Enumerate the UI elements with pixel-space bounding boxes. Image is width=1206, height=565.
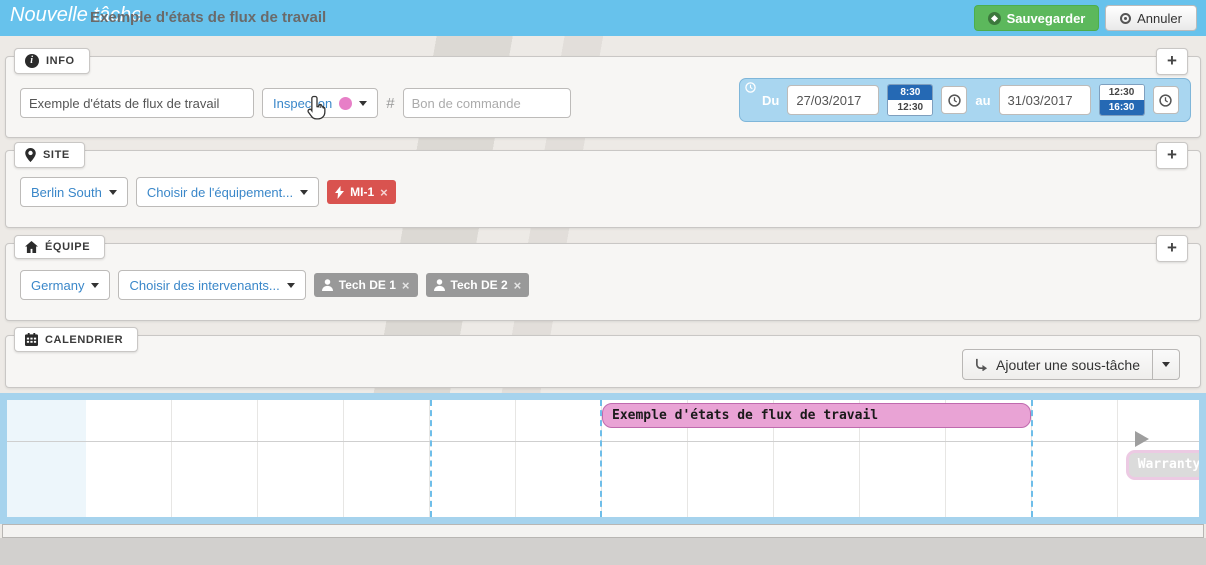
from-date-input[interactable] (787, 85, 879, 115)
from-time-display[interactable]: 8:30 12:30 (887, 84, 933, 116)
equipment-dropdown[interactable]: Choisir de l'équipement... (136, 177, 319, 207)
gantt-bar-end-line (1031, 400, 1033, 517)
worker-tag[interactable]: Tech DE 1 × (314, 273, 418, 297)
warranty-ghost-chip[interactable]: Warranty (1126, 450, 1206, 480)
info-add-button[interactable]: + (1156, 48, 1188, 75)
team-dropdown[interactable]: Germany (20, 270, 110, 300)
info-icon: i (25, 54, 39, 68)
site-section: SITE + Berlin South Choisir de l'équipem… (5, 150, 1201, 228)
add-subtask-button[interactable]: Ajouter une sous-tâche (962, 349, 1153, 380)
cancel-icon (1120, 13, 1131, 24)
task-title: Exemple d'états de flux de travail (90, 9, 326, 26)
chevron-down-icon (1162, 362, 1170, 367)
to-date-input[interactable] (999, 85, 1091, 115)
task-type-dropdown[interactable]: Inspection (262, 88, 378, 118)
remove-tag-icon[interactable]: × (514, 278, 522, 293)
task-bar[interactable]: Exemple d'états de flux de travail (602, 403, 1031, 428)
hash-label: # (386, 95, 394, 112)
remove-tag-icon[interactable]: × (402, 278, 410, 293)
tab-calendar: CALENDRIER (14, 327, 138, 352)
site-dropdown[interactable]: Berlin South (20, 177, 128, 207)
header-bar: Nouvelle tâche Exemple d'états de flux d… (0, 0, 1206, 36)
user-icon (434, 279, 445, 291)
save-icon (988, 12, 1001, 25)
equipment-tag[interactable]: MI-1 × (327, 180, 396, 204)
info-section: i INFO + Inspection # Du 8:30 12:30 au 1… (5, 56, 1201, 138)
map-pin-icon (25, 148, 36, 162)
tab-site: SITE (14, 142, 85, 168)
to-time-display[interactable]: 12:30 16:30 (1099, 84, 1145, 116)
to-label: au (975, 93, 990, 108)
chevron-down-icon (91, 283, 99, 288)
worker-tag[interactable]: Tech DE 2 × (426, 273, 530, 297)
chevron-down-icon (287, 283, 295, 288)
date-range-widget: Du 8:30 12:30 au 12:30 16:30 (739, 78, 1191, 122)
type-color-dot (339, 97, 352, 110)
clock-icon (745, 82, 756, 93)
clock-icon (948, 94, 961, 107)
from-label: Du (762, 93, 779, 108)
home-icon (25, 241, 38, 253)
cancel-button[interactable]: Annuler (1105, 5, 1197, 31)
from-time-button[interactable] (941, 86, 967, 114)
tab-team: ÉQUIPE (14, 235, 105, 259)
page-footer-area (0, 538, 1206, 565)
save-button[interactable]: Sauvegarder (974, 5, 1099, 31)
chevron-down-icon (109, 190, 117, 195)
calendar-icon (25, 333, 38, 346)
add-subtask-split-button[interactable]: Ajouter une sous-tâche (962, 349, 1180, 380)
to-time-button[interactable] (1153, 86, 1179, 114)
gantt-shaded-column (7, 400, 86, 517)
add-subtask-caret-button[interactable] (1153, 349, 1180, 380)
drag-arrow-icon (1135, 431, 1149, 447)
gantt-marker-line (430, 400, 432, 517)
site-add-button[interactable]: + (1156, 142, 1188, 169)
chevron-down-icon (300, 190, 308, 195)
gantt-chart[interactable]: Exemple d'états de flux de travail Warra… (0, 393, 1206, 524)
team-add-button[interactable]: + (1156, 235, 1188, 262)
level-down-arrow-icon (975, 358, 988, 371)
purchase-order-input[interactable] (403, 88, 571, 118)
team-section: ÉQUIPE + Germany Choisir des intervenant… (5, 243, 1201, 321)
chevron-down-icon (359, 101, 367, 106)
user-icon (322, 279, 333, 291)
workers-dropdown[interactable]: Choisir des intervenants... (118, 270, 305, 300)
clock-icon (1159, 94, 1172, 107)
remove-tag-icon[interactable]: × (380, 185, 388, 200)
tab-info: i INFO (14, 48, 90, 74)
lightning-icon (335, 186, 344, 199)
gantt-row-divider (7, 441, 1199, 442)
calendar-section: CALENDRIER Ajouter une sous-tâche (5, 335, 1201, 388)
task-name-input[interactable] (20, 88, 254, 118)
horizontal-scrollbar-track[interactable] (2, 524, 1204, 538)
